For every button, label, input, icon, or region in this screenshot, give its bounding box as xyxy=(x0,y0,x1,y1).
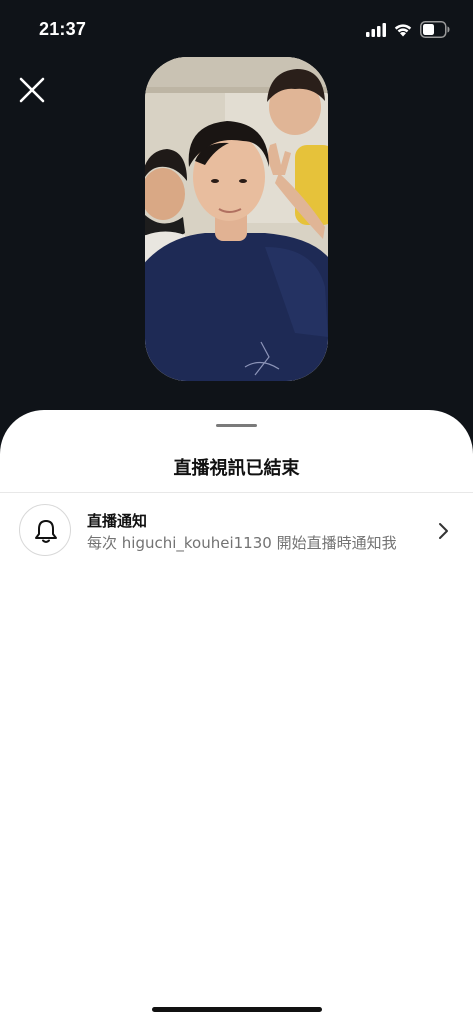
cellular-signal-icon xyxy=(366,23,386,37)
status-bar: 21:37 xyxy=(0,0,473,60)
live-video-thumbnail xyxy=(145,57,328,381)
bell-icon xyxy=(35,520,57,543)
sheet-grabber[interactable] xyxy=(216,424,257,427)
divider xyxy=(0,492,473,493)
battery-icon xyxy=(420,21,450,38)
home-indicator xyxy=(152,1007,322,1012)
status-time: 21:37 xyxy=(39,19,87,39)
live-ended-screen: 21:37 直播視訊已結束 直播通知 每次 higuchi_kouhei1130… xyxy=(0,0,473,1024)
chevron-right-icon xyxy=(439,523,448,539)
close-button[interactable] xyxy=(16,74,48,106)
bell-icon-container xyxy=(19,504,71,556)
close-icon xyxy=(19,77,45,103)
live-ended-sheet: 直播視訊已結束 直播通知 每次 higuchi_kouhei1130 開始直播時… xyxy=(0,410,473,1024)
notification-title: 直播通知 xyxy=(87,512,148,530)
wifi-icon xyxy=(394,24,412,37)
live-notification-row[interactable]: 直播通知 每次 higuchi_kouhei1130 開始直播時通知我 xyxy=(0,502,473,560)
sheet-title: 直播視訊已結束 xyxy=(173,458,300,479)
notification-subtitle: 每次 higuchi_kouhei1130 開始直播時通知我 xyxy=(87,534,397,552)
